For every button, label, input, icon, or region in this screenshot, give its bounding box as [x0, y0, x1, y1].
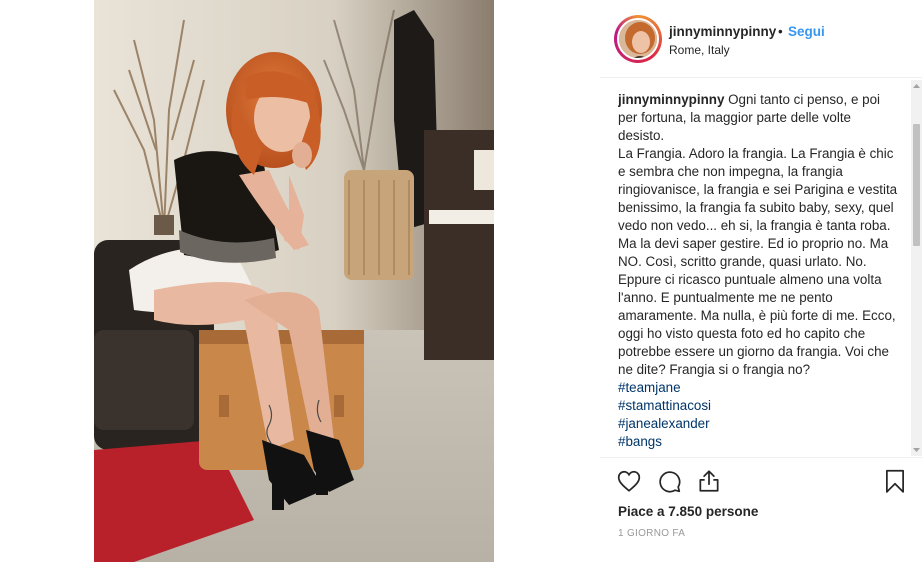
post-photo[interactable] — [94, 0, 494, 562]
caption-first-paragraph: jinnyminnypinny Ogni tanto ci penso, e p… — [618, 91, 900, 145]
bookmark-icon[interactable] — [882, 468, 908, 494]
caption-username[interactable]: jinnyminnypinny — [618, 92, 724, 107]
post-header: jinnyminnypinny • Segui Rome, Italy — [600, 0, 922, 78]
hashtag-link[interactable]: #bangs — [618, 433, 900, 451]
hashtag-link[interactable]: #stamattinacosi — [618, 397, 900, 415]
scroll-up-arrow-icon[interactable] — [911, 80, 922, 92]
post-timestamp[interactable]: 1 GIORNO FA — [618, 528, 685, 539]
share-icon[interactable] — [696, 468, 722, 494]
caption-scrollbar[interactable] — [911, 80, 922, 456]
scroll-down-arrow-icon[interactable] — [911, 444, 922, 456]
story-ring[interactable] — [614, 15, 662, 63]
post-username[interactable]: jinnyminnypinny — [669, 24, 776, 39]
heart-icon[interactable] — [616, 468, 642, 494]
comment-icon[interactable] — [656, 468, 682, 494]
follow-button[interactable]: Segui — [788, 24, 825, 39]
separator-dot: • — [778, 24, 783, 39]
post-actions: Piace a 7.850 persone 1 GIORNO FA — [600, 457, 922, 545]
post-location[interactable]: Rome, Italy — [669, 43, 730, 57]
avatar[interactable] — [617, 18, 659, 60]
hashtag-link[interactable]: #teamjane — [618, 379, 900, 397]
caption: jinnyminnypinny Ogni tanto ci penso, e p… — [618, 91, 900, 456]
caption-text-2: La Frangia. Adoro la frangia. La Frangia… — [618, 146, 898, 377]
hashtag-link[interactable]: #janealexander — [618, 415, 900, 433]
likes-count[interactable]: Piace a 7.850 persone — [618, 504, 758, 519]
scrollbar-thumb[interactable] — [913, 124, 920, 246]
post-details-panel: jinnyminnypinny • Segui Rome, Italy jinn… — [600, 0, 922, 562]
post-media-area — [0, 0, 600, 562]
